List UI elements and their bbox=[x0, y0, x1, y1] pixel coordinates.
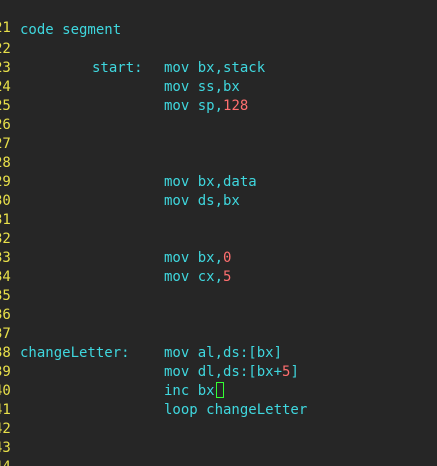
instruction-text: mov cx, bbox=[164, 269, 224, 285]
code-line-33[interactable]: 33 bbox=[0, 230, 437, 266]
code-line-31[interactable]: 31 mov ds,bx bbox=[0, 192, 437, 228]
start-label: start: bbox=[92, 60, 143, 76]
number-literal: 5 bbox=[223, 269, 232, 285]
instruction-text: inc bx bbox=[164, 383, 215, 399]
instruction: mov ss,bx bbox=[164, 79, 240, 95]
instruction: mov al,ds:[bx] bbox=[164, 345, 283, 361]
instruction: mov bx,0 bbox=[164, 249, 231, 268]
code-line-44[interactable]: 44 bbox=[0, 439, 437, 466]
code-line-36[interactable]: 36 bbox=[0, 287, 437, 323]
instruction-text: mov sp, bbox=[164, 98, 224, 114]
code-line-42[interactable]: 42 loop changeLetter bbox=[0, 401, 437, 437]
instruction: mov cx,5 bbox=[164, 268, 231, 287]
instruction: mov sp,128 bbox=[164, 97, 248, 116]
instruction: inc bx bbox=[164, 382, 224, 401]
text-cursor bbox=[215, 382, 224, 398]
instruction: mov bx,stack bbox=[164, 60, 266, 76]
code-line-24[interactable]: 24 start: mov bx,stack bbox=[0, 59, 437, 95]
instruction: mov ds,bx bbox=[164, 193, 240, 209]
instruction: mov bx,data bbox=[164, 174, 257, 190]
code-line-27[interactable]: 27 bbox=[0, 116, 437, 152]
code-line-37[interactable]: 37 bbox=[0, 306, 437, 342]
code-line-38[interactable]: 38 bbox=[0, 325, 437, 361]
instruction-text: mov dl,ds:[bx+ bbox=[164, 364, 283, 380]
number-literal: 128 bbox=[223, 98, 249, 114]
code-line-22[interactable]: 22 code segment bbox=[0, 21, 437, 57]
code-line-40[interactable]: 40 mov dl,ds:[bx+5] bbox=[0, 363, 437, 399]
code-line-21[interactable]: 21 bbox=[0, 0, 437, 36]
number-literal: 0 bbox=[223, 250, 232, 266]
instruction: mov dl,ds:[bx+5] bbox=[164, 363, 299, 382]
code-line-34[interactable]: 34 mov bx,0 bbox=[0, 249, 437, 285]
code-line-28[interactable]: 28 bbox=[0, 135, 437, 171]
instruction: loop changeLetter bbox=[164, 402, 308, 418]
code-line-35[interactable]: 35 mov cx,5 bbox=[0, 268, 437, 304]
code-line-41[interactable]: 41 inc bx bbox=[0, 382, 437, 418]
code-line-39[interactable]: 39 changeLetter: mov al,ds:[bx] bbox=[0, 344, 437, 380]
code-line-32[interactable]: 32 bbox=[0, 211, 437, 247]
segment-declaration: code segment bbox=[20, 22, 122, 38]
code-line-25[interactable]: 25 mov ss,bx bbox=[0, 78, 437, 114]
code-line-26[interactable]: 26 mov sp,128 bbox=[0, 97, 437, 133]
code-line-23[interactable]: 23 bbox=[0, 40, 437, 76]
code-editor[interactable]: 21 22 code segment 23 24 start: mov bx,s… bbox=[0, 0, 437, 466]
code-line-43[interactable]: 43 bbox=[0, 420, 437, 456]
line-number: 44 bbox=[0, 458, 14, 466]
loop-label: changeLetter: bbox=[20, 345, 130, 361]
code-line-30[interactable]: 30 mov bx,data bbox=[0, 173, 437, 209]
instruction-text: mov bx, bbox=[164, 250, 224, 266]
code-line-29[interactable]: 29 bbox=[0, 154, 437, 190]
instruction-suffix: ] bbox=[290, 364, 299, 380]
